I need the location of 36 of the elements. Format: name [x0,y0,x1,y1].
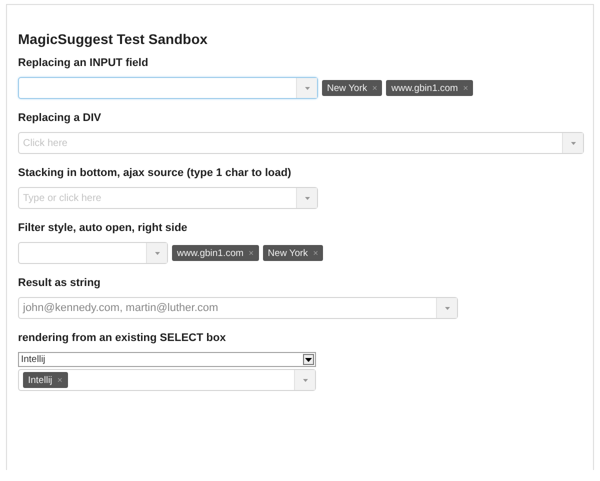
tag: www.gbin1.com × [386,80,474,96]
combo-field[interactable]: Intellij × [18,369,316,391]
section-label: Filter style, auto open, right side [18,222,188,234]
section-label: Replacing an INPUT field [18,57,150,69]
caret-icon [570,142,576,144]
caret-icon [304,86,310,90]
caret-icon [444,306,450,310]
remove-tag-button[interactable]: × [372,83,378,93]
combo-field[interactable] [18,77,318,99]
caret-icon [304,196,310,200]
caret-icon [154,252,160,254]
page-title: MagicSuggest Test Sandbox [18,31,209,47]
dropdown-trigger[interactable] [296,78,317,98]
combo-field[interactable] [18,242,168,264]
remove-tag-button[interactable]: × [312,248,318,258]
section-label: Replacing a DIV [18,112,102,124]
combo-field[interactable]: Type or click here [18,187,318,209]
section-label: rendering from an existing SELECT box [18,332,227,344]
dropdown-trigger[interactable] [436,298,457,318]
combo-field[interactable]: Click here [18,132,584,154]
dropdown-trigger[interactable] [294,370,315,390]
remove-tag-button[interactable]: × [57,375,63,385]
remove-tag-button[interactable]: × [248,248,254,258]
select-box[interactable]: Intellij [18,352,316,367]
tag: New York × [262,245,324,261]
tag: www.gbin1.com × [172,245,259,261]
dropdown-trigger[interactable] [296,188,317,208]
tag: New York × [322,80,382,96]
tag: Intellij × [23,372,68,388]
remove-tag-button[interactable]: × [462,83,468,93]
section-label: Stacking in bottom, ajax source (type 1 char to load) [18,167,292,179]
caret-icon [302,378,308,382]
dropdown-trigger[interactable] [146,243,167,263]
section-label: Result as string [18,277,102,289]
combo-field[interactable]: john@kennedy.com, martin@luther.com [18,297,458,319]
dropdown-trigger[interactable] [562,133,583,153]
